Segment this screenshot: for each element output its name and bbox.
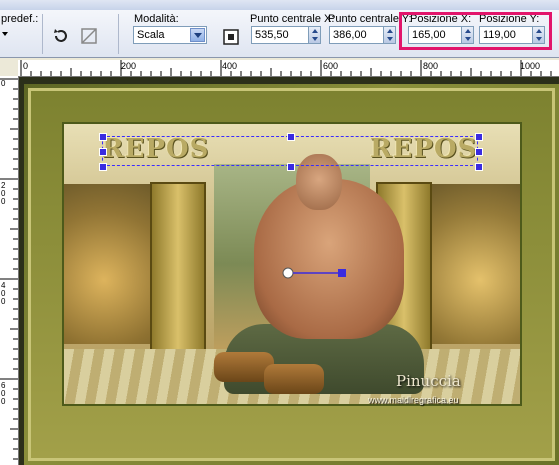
center-x-value: 535,50 [255,29,289,41]
watermark-text: www.maidiregrafica.eu [368,395,459,405]
separator [118,14,119,54]
ruler-label: 200 [121,61,137,71]
signature-text: Pinuccia [396,372,461,390]
image-canvas[interactable]: REPOS REPOS Pinuccia www.maidiregrafica.… [24,84,559,465]
ruler-label: 600 [323,61,339,71]
center-x-spinner[interactable] [308,27,320,43]
selection-handle[interactable] [287,133,295,141]
mode-select[interactable]: Scala [133,26,207,44]
ruler-label: 0 [1,79,6,88]
horizontal-ruler-ticks [20,60,552,76]
selection-handle[interactable] [99,148,107,156]
rotation-pivot-handle[interactable] [279,264,349,284]
ruler-label: 400 [222,61,238,71]
center-y-value: 386,00 [333,29,367,41]
selection-handle[interactable] [99,163,107,171]
selection-handle[interactable] [99,133,107,141]
position-highlight-box [399,12,552,50]
ruler-label: 1000 [520,61,541,71]
chevron-down-icon[interactable] [190,28,205,42]
figure-boot-right [264,364,324,394]
separator [42,14,43,54]
mode-label: Modalità: [134,13,179,25]
ruler-label: 800 [423,61,439,71]
ruler-corner [0,60,19,77]
selection-handle[interactable] [475,163,483,171]
landscape-left [64,184,164,344]
selection-handle[interactable] [475,133,483,141]
ruler-label: 200 [1,181,6,206]
perspective-icon[interactable] [80,27,98,45]
center-point-icon[interactable] [222,28,240,46]
preset-dropdown-arrow-icon[interactable] [2,32,8,36]
landscape-right [420,184,520,344]
center-y-spinner[interactable] [383,27,395,43]
mode-select-value: Scala [137,29,165,41]
selection-handle[interactable] [287,163,295,171]
ornament-pillar-left [150,182,206,362]
ruler-label: 600 [1,381,6,406]
center-x-label: Punto centrale X: [250,13,335,25]
horizontal-ruler[interactable]: 0 200 400 600 800 1000 [18,60,559,77]
preset-label: predef.: [1,13,39,25]
ruler-label: 0 [23,61,29,71]
selection-handle[interactable] [475,148,483,156]
ruler-label: 400 [1,281,6,306]
vertical-ruler-ticks [0,78,18,460]
center-y-field[interactable]: 386,00 [329,26,396,44]
vertical-ruler[interactable]: 0 200 400 600 [0,76,19,465]
center-x-field[interactable]: 535,50 [251,26,321,44]
reset-rotate-icon[interactable] [52,27,70,45]
